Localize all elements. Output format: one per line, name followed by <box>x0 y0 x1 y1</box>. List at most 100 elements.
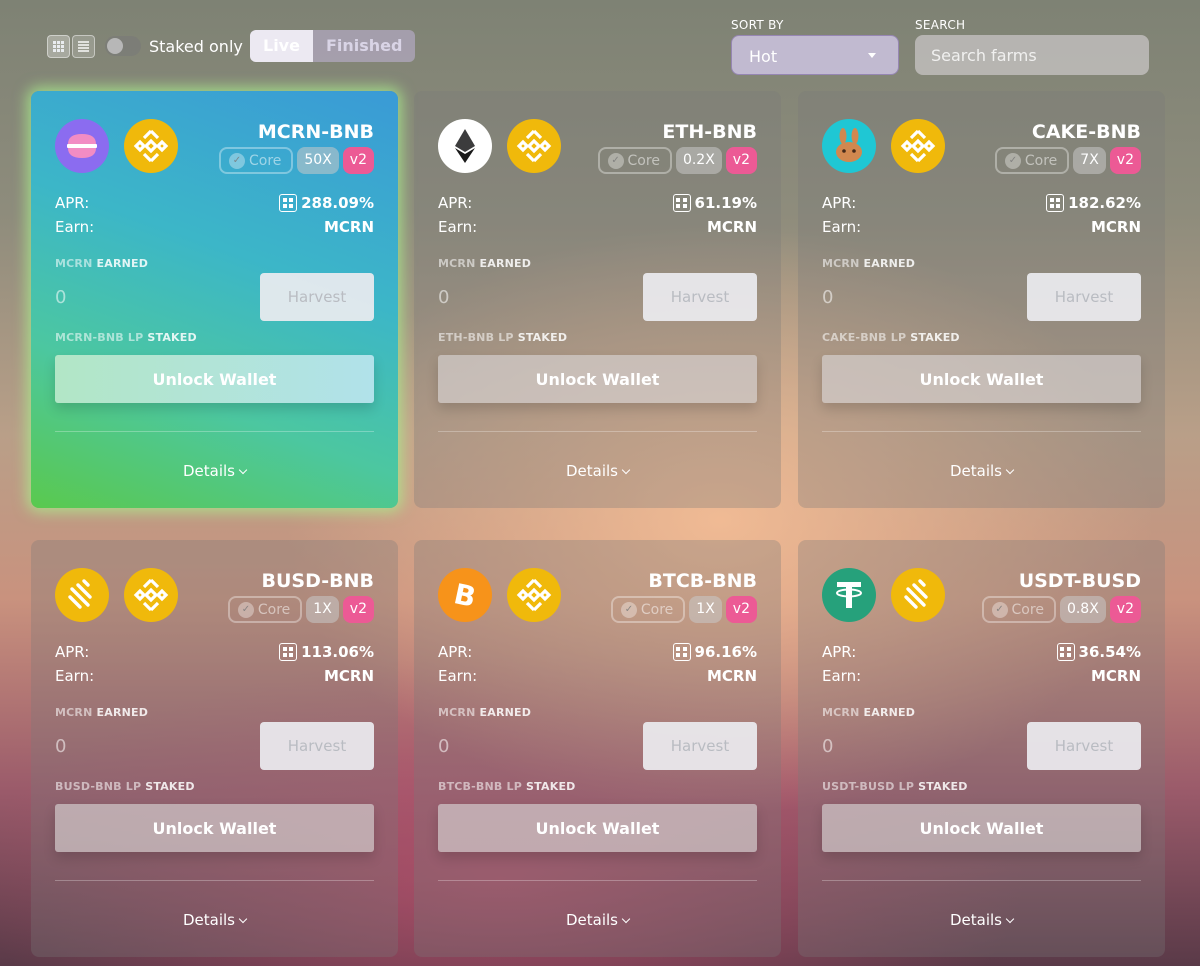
farm-card: BUSD-BNB ✓ Core 1X v2 APR: 113.06% Earn:… <box>31 540 398 957</box>
earned-amount: 0 <box>822 736 834 757</box>
calculator-icon[interactable] <box>1046 194 1065 212</box>
calculator-icon[interactable] <box>279 194 298 212</box>
search-input[interactable] <box>915 35 1149 75</box>
core-badge-label: Core <box>248 152 282 169</box>
earned-amount: 0 <box>55 287 67 308</box>
apr-label: APR: <box>55 194 90 212</box>
apr-value: 113.06% <box>279 643 374 661</box>
multiplier-badge: 50X <box>297 147 339 174</box>
staked-only-toggle[interactable] <box>105 36 141 56</box>
harvest-button[interactable]: Harvest <box>260 273 374 321</box>
earned-label: MCRN EARNED <box>822 257 916 270</box>
details-toggle[interactable]: Details <box>798 462 1165 480</box>
version-badge: v2 <box>725 596 757 623</box>
unlock-wallet-button[interactable]: Unlock Wallet <box>822 804 1141 852</box>
unlock-wallet-button[interactable]: Unlock Wallet <box>55 804 374 852</box>
details-toggle[interactable]: Details <box>414 911 781 929</box>
unlock-wallet-button[interactable]: Unlock Wallet <box>438 355 757 403</box>
farm-card: B BTCB-BNB ✓ Core 1X v2 APR: 96.16% Earn… <box>414 540 781 957</box>
harvest-button[interactable]: Harvest <box>260 722 374 770</box>
earned-label: MCRN EARNED <box>822 706 916 719</box>
chevron-down-icon <box>1005 914 1015 924</box>
apr-percent: 61.19% <box>694 194 757 212</box>
btc-icon: B <box>438 568 492 622</box>
apr-value: 182.62% <box>1046 194 1141 212</box>
core-badge: ✓ Core <box>981 596 1056 623</box>
details-toggle[interactable]: Details <box>798 911 1165 929</box>
view-toggle <box>47 35 95 58</box>
unlock-wallet-button[interactable]: Unlock Wallet <box>438 804 757 852</box>
version-badge: v2 <box>342 147 374 174</box>
card-divider <box>822 880 1141 881</box>
earn-label: Earn: <box>822 218 862 236</box>
caret-down-icon <box>868 53 876 58</box>
verified-check-icon: ✓ <box>620 601 637 618</box>
details-toggle[interactable]: Details <box>31 911 398 929</box>
eth-icon <box>438 119 492 173</box>
search-label: SEARCH <box>915 18 966 32</box>
earn-label: Earn: <box>822 667 862 685</box>
earn-token: MCRN <box>1090 218 1141 236</box>
bnb-icon <box>507 568 561 622</box>
calculator-icon[interactable] <box>1056 643 1075 661</box>
calculator-icon[interactable] <box>672 643 691 661</box>
farm-badges: ✓ Core 0.2X v2 <box>597 147 757 174</box>
core-badge-label: Core <box>1011 601 1044 618</box>
apr-percent: 36.54% <box>1078 643 1141 661</box>
sort-by-label: SORT BY <box>731 18 784 32</box>
farm-pair-name: USDT-BUSD <box>1018 570 1141 592</box>
farm-card: ETH-BNB ✓ Core 0.2X v2 APR: 61.19% Earn:… <box>414 91 781 508</box>
core-badge-label: Core <box>627 152 660 169</box>
core-badge: ✓ Core <box>610 596 686 623</box>
farm-pair-name: BUSD-BNB <box>261 570 374 592</box>
harvest-button[interactable]: Harvest <box>643 273 757 321</box>
farm-badges: ✓ Core 1X v2 <box>227 596 374 623</box>
core-badge: ✓ Core <box>597 147 672 174</box>
chevron-down-icon <box>621 914 631 924</box>
apr-label: APR: <box>438 643 473 661</box>
earn-label: Earn: <box>438 667 478 685</box>
harvest-button[interactable]: Harvest <box>1027 722 1141 770</box>
apr-label: APR: <box>822 194 857 212</box>
card-divider <box>438 880 757 881</box>
version-badge: v2 <box>1109 596 1141 623</box>
live-finished-tabs: Live Finished <box>250 30 416 62</box>
apr-label: APR: <box>822 643 857 661</box>
multiplier-badge: 0.2X <box>675 147 722 174</box>
farm-badges: ✓ Core 7X v2 <box>994 147 1141 174</box>
farm-card: MCRN-BNB ✓ Core 50X v2 APR: 288.09% Earn… <box>31 91 398 508</box>
earned-amount: 0 <box>822 287 834 308</box>
farms-toolbar: Staked only Live Finished SORT BY Hot SE… <box>0 0 1200 90</box>
earned-amount: 0 <box>55 736 67 757</box>
earn-label: Earn: <box>55 218 95 236</box>
harvest-button[interactable]: Harvest <box>1027 273 1141 321</box>
verified-check-icon: ✓ <box>991 601 1008 618</box>
list-view-button[interactable] <box>72 35 95 58</box>
earn-token: MCRN <box>706 218 757 236</box>
earned-amount: 0 <box>438 736 450 757</box>
sort-selected-value: Hot <box>749 47 778 66</box>
staked-label: USDT-BUSD LP STAKED <box>822 780 968 793</box>
earned-label: MCRN EARNED <box>438 257 532 270</box>
details-toggle[interactable]: Details <box>414 462 781 480</box>
apr-label: APR: <box>438 194 473 212</box>
earn-label: Earn: <box>55 667 95 685</box>
tab-finished[interactable]: Finished <box>313 30 416 62</box>
unlock-wallet-button[interactable]: Unlock Wallet <box>55 355 374 403</box>
verified-check-icon: ✓ <box>237 601 254 618</box>
details-toggle[interactable]: Details <box>31 462 398 480</box>
harvest-button[interactable]: Harvest <box>643 722 757 770</box>
tab-live[interactable]: Live <box>250 30 313 62</box>
unlock-wallet-button[interactable]: Unlock Wallet <box>822 355 1141 403</box>
verified-check-icon: ✓ <box>228 152 245 169</box>
card-divider <box>438 431 757 432</box>
apr-value: 36.54% <box>1056 643 1141 661</box>
calculator-icon[interactable] <box>279 643 298 661</box>
multiplier-badge: 1X <box>689 596 722 623</box>
card-divider <box>55 880 374 881</box>
earn-token: MCRN <box>323 218 374 236</box>
earn-token: MCRN <box>1090 667 1141 685</box>
calculator-icon[interactable] <box>672 194 691 212</box>
grid-view-button[interactable] <box>47 35 70 58</box>
sort-select[interactable]: Hot <box>731 35 899 75</box>
